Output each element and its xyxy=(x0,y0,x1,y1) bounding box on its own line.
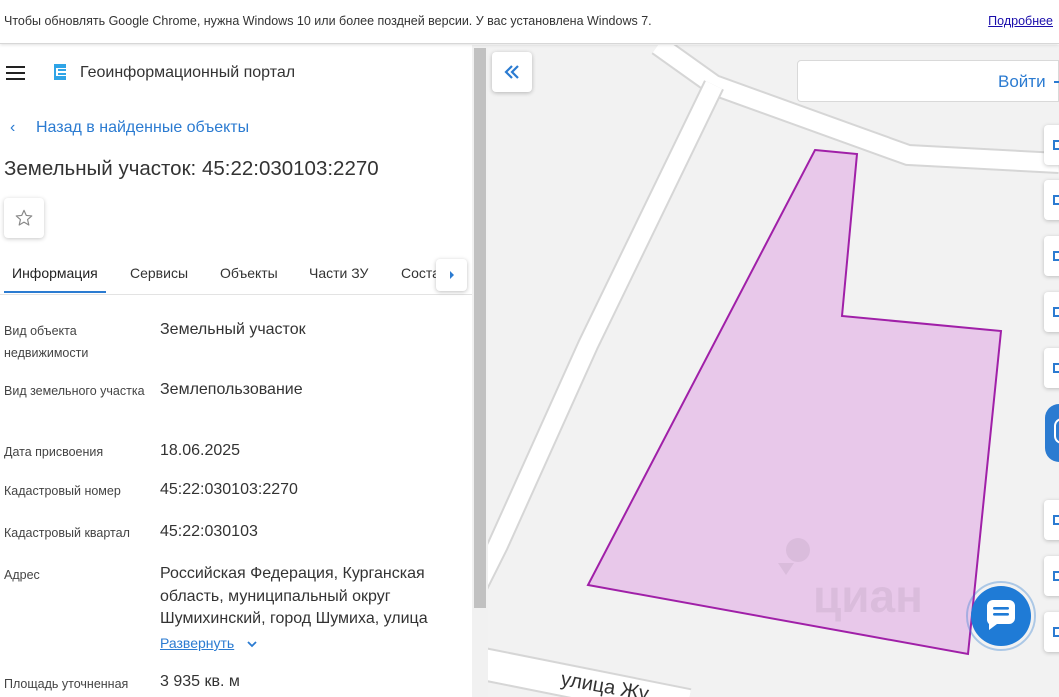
panel-scrollbar[interactable] xyxy=(472,45,488,697)
caret-right-icon xyxy=(449,271,454,279)
chevron-down-icon xyxy=(247,641,257,648)
tabs-bar: Информация Сервисы Объекты Части ЗУ Сост… xyxy=(0,253,472,295)
back-link-label: Назад в найденные объекты xyxy=(36,119,250,136)
star-icon xyxy=(15,209,33,226)
cadastral-number-value: 45:22:030103:2270 xyxy=(160,481,298,498)
map-tool-button[interactable] xyxy=(1044,125,1059,165)
detail-value: 45:22:030103 xyxy=(160,523,258,540)
detail-label: Дата присвоения xyxy=(4,445,104,459)
watermark-text: циан xyxy=(813,570,923,622)
map-tool-button[interactable] xyxy=(1044,180,1059,220)
map-tool-button[interactable] xyxy=(1044,612,1059,652)
detail-value: Земельный участок xyxy=(160,321,306,338)
favorite-button[interactable] xyxy=(4,198,44,238)
page-title: Земельный участок: 45:22:030103:2270 xyxy=(4,157,379,180)
tool-icon xyxy=(1053,627,1059,637)
app-title: Геоинформационный портал xyxy=(80,64,296,81)
detail-label: Вид земельного участка xyxy=(4,384,145,398)
tab-composition[interactable]: Соста xyxy=(401,265,440,281)
expand-address-link[interactable]: Развернуть xyxy=(160,635,258,651)
scrollbar-thumb[interactable] xyxy=(474,48,486,608)
login-button[interactable]: Войти xyxy=(797,60,1059,102)
hamburger-icon[interactable] xyxy=(6,66,25,80)
tool-icon xyxy=(1053,515,1059,525)
detail-label: Вид объекта недвижимости xyxy=(4,324,89,360)
detail-label: Площадь уточненная xyxy=(4,677,129,691)
detail-label: Кадастровый квартал xyxy=(4,526,130,540)
tool-icon xyxy=(1053,307,1059,317)
tool-icon xyxy=(1053,571,1059,581)
tab-information[interactable]: Информация xyxy=(12,265,98,281)
area-value: 3 935 кв. м xyxy=(160,673,240,690)
map-tool-button[interactable] xyxy=(1044,348,1059,388)
detail-value: Землепользование xyxy=(160,381,303,398)
tabs-next-button[interactable] xyxy=(436,259,467,291)
chat-button[interactable] xyxy=(965,580,1037,652)
tab-objects[interactable]: Объекты xyxy=(220,265,278,281)
infobar-more-link[interactable]: Подробнее xyxy=(988,14,1053,28)
expand-link-label: Развернуть xyxy=(160,635,235,651)
map-tool-button[interactable] xyxy=(1044,556,1059,596)
double-chevron-left-icon xyxy=(504,65,519,79)
tool-icon xyxy=(1053,251,1059,261)
portal-logo-icon xyxy=(54,64,66,80)
tool-icon xyxy=(1053,363,1059,373)
chevron-left-icon: ‹ xyxy=(10,119,16,136)
browser-update-infobar: Чтобы обновлять Google Chrome, нужна Win… xyxy=(0,0,1059,44)
detail-value: 18.06.2025 xyxy=(160,442,241,459)
back-to-results-link[interactable]: ‹ Назад в найденные объекты xyxy=(10,119,249,137)
object-info-panel: Геоинформационный портал ‹ Назад в найден… xyxy=(0,45,472,697)
map-tool-button[interactable] xyxy=(1044,236,1059,276)
bell-icon xyxy=(1054,418,1059,444)
login-arrow-icon xyxy=(1054,81,1059,83)
tab-services[interactable]: Сервисы xyxy=(130,265,188,281)
infobar-message: Чтобы обновлять Google Chrome, нужна Win… xyxy=(4,14,652,28)
detail-label: Кадастровый номер xyxy=(4,484,121,498)
notification-bell-button[interactable] xyxy=(1045,404,1059,462)
active-tab-indicator xyxy=(4,291,106,293)
tool-icon xyxy=(1053,140,1059,150)
collapse-panel-button[interactable] xyxy=(492,52,532,92)
address-value: Российская Федерация, Курганская область… xyxy=(160,565,428,627)
detail-label: Адрес xyxy=(4,568,40,582)
tool-icon xyxy=(1053,195,1059,205)
login-label: Войти xyxy=(998,72,1046,91)
map-tool-button[interactable] xyxy=(1044,500,1059,540)
map-tool-button[interactable] xyxy=(1044,292,1059,332)
tab-parts[interactable]: Части ЗУ xyxy=(309,265,368,281)
